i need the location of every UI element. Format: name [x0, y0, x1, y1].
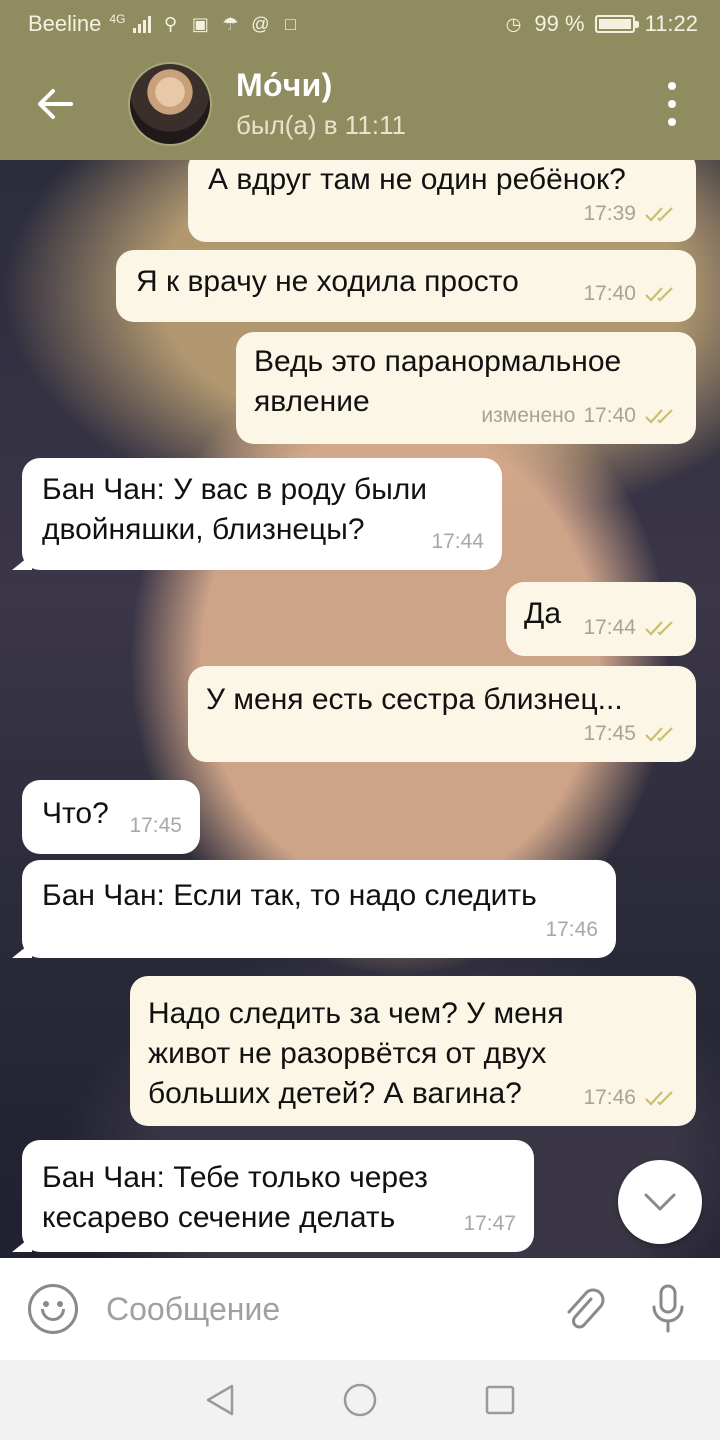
arrow-left-icon [38, 89, 73, 119]
message-input[interactable]: Сообщение [106, 1291, 558, 1328]
message-time: 17:46 [583, 1086, 636, 1109]
message-text: Бан Чан: Тебе только через кесарево сече… [42, 1161, 428, 1234]
message-time: 17:44 [431, 530, 484, 553]
read-ticks-icon [644, 726, 678, 742]
contact-name: Мо́чи) [236, 67, 333, 103]
nav-back-button[interactable] [200, 1380, 240, 1420]
message-bubble[interactable]: А вдруг там не один ребёнок? 17:39 [188, 160, 696, 242]
read-ticks-icon [644, 206, 678, 222]
emoji-icon[interactable] [28, 1284, 78, 1334]
message-time: 17:47 [463, 1212, 516, 1235]
message-time: 17:45 [129, 814, 182, 837]
message-meta: 17:45 [583, 714, 678, 754]
message-meta: 17:44 [431, 522, 484, 562]
message-meta: 17:39 [583, 194, 678, 234]
clock: 11:22 [644, 11, 698, 36]
nav-home-button[interactable] [340, 1380, 380, 1420]
battery-percent: 99 % [534, 11, 585, 36]
upload-icon: □ [284, 14, 296, 34]
status-bar: Beeline 4G ⚲ ▣ ☂ @ □ ◷ 99 % 11:22 [0, 0, 720, 48]
scroll-down-button[interactable] [618, 1160, 702, 1244]
message-meta: 17:45 [129, 806, 182, 846]
message-meta: изменено 17:40 [481, 396, 678, 436]
message-time: 17:45 [583, 722, 636, 745]
message-bubble[interactable]: Что? 17:45 [22, 780, 200, 854]
read-ticks-icon [644, 408, 678, 424]
message-time: 17:40 [583, 404, 636, 427]
message-time: 17:46 [545, 918, 598, 941]
read-ticks-icon [644, 1090, 678, 1106]
search-icon: ⚲ [163, 14, 177, 34]
message-time: 17:40 [583, 282, 636, 305]
message-meta: 17:44 [583, 608, 678, 648]
message-meta: 17:47 [463, 1204, 516, 1244]
attach-button[interactable] [558, 1281, 608, 1337]
more-vert-icon[interactable] [660, 82, 684, 126]
message-time: 17:44 [583, 616, 636, 639]
at-icon: @ [251, 14, 270, 34]
chat-area[interactable]: А вдруг там не один ребёнок? 17:39 Я к в… [0, 160, 720, 1258]
microphone-button[interactable] [648, 1281, 688, 1337]
umbrella-icon: ☂ [222, 14, 239, 34]
carrier-name: Beeline [28, 11, 102, 36]
message-meta: 17:46 [583, 1078, 678, 1118]
nav-recents-button[interactable] [480, 1380, 520, 1420]
microphone-icon [652, 1284, 684, 1333]
last-seen-status: был(а) в 11:11 [236, 110, 406, 140]
triangle-back-icon [206, 1384, 234, 1416]
back-button[interactable] [0, 48, 110, 160]
message-bubble[interactable]: Надо следить за чем? У меня живот не раз… [130, 976, 696, 1126]
read-ticks-icon [644, 620, 678, 636]
paperclip-icon [567, 1288, 605, 1329]
signal-icon [133, 15, 152, 33]
edited-label: изменено [481, 404, 576, 427]
network-type: 4G [109, 12, 126, 26]
message-bubble[interactable]: Я к врачу не ходила просто 17:40 [116, 250, 696, 322]
message-meta: 17:40 [583, 274, 678, 314]
alarm-icon: ◷ [505, 14, 522, 34]
system-nav-bar [0, 1360, 720, 1440]
message-bubble[interactable]: Ведь это паранормальное явление изменено… [236, 332, 696, 444]
message-bubble[interactable]: Да 17:44 [506, 582, 696, 656]
avatar[interactable] [128, 62, 212, 146]
contact-info[interactable]: Мо́чи) был(а) в 11:11 [236, 67, 406, 141]
message-composer: Сообщение [0, 1258, 720, 1360]
chevron-down-icon [644, 1193, 676, 1211]
image-icon: ▣ [191, 14, 209, 34]
battery-fill [598, 19, 631, 29]
square-recents-icon [485, 1385, 515, 1415]
circle-home-icon [343, 1383, 377, 1417]
message-bubble[interactable]: У меня есть сестра близнец... 17:45 [188, 666, 696, 762]
message-meta: 17:46 [545, 910, 598, 950]
message-time: 17:39 [583, 202, 636, 225]
message-bubble[interactable]: Бан Чан: Если так, то надо следить 17:46 [12, 860, 616, 958]
message-text: Бан Чан: Если так, то надо следить [42, 879, 537, 912]
message-bubble[interactable]: Бан Чан: У вас в роду были двойняшки, бл… [12, 458, 502, 570]
battery-icon [594, 15, 639, 33]
message-text: Бан Чан: У вас в роду были двойняшки, бл… [42, 473, 428, 546]
read-ticks-icon [644, 286, 678, 302]
chat-header: Мо́чи) был(а) в 11:11 [0, 48, 720, 160]
message-text: Надо следить за чем? У меня живот не раз… [148, 997, 564, 1110]
message-bubble[interactable]: Бан Чан: Тебе только через кесарево сече… [12, 1140, 534, 1252]
